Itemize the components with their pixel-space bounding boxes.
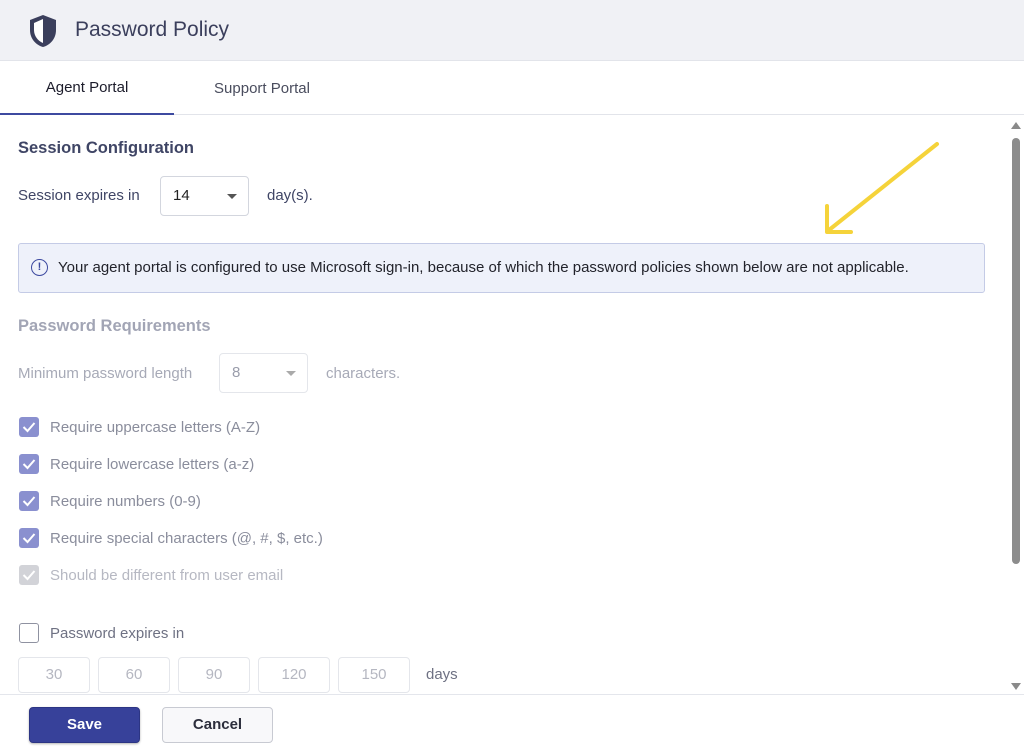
min-length-select[interactable]: 8: [219, 353, 308, 393]
expiry-option-90[interactable]: 90: [178, 657, 250, 693]
password-requirements-title: Password Requirements: [18, 317, 211, 335]
chevron-down-icon: [227, 194, 237, 199]
expiry-option-120[interactable]: 120: [258, 657, 330, 693]
password-expires-label: Password expires in: [50, 624, 185, 642]
checkbox-checked-icon: [19, 491, 39, 511]
min-length-label: Minimum password length: [18, 365, 193, 382]
check-special-label: Require special characters (@, #, $, etc…: [50, 529, 323, 547]
expiry-option-30[interactable]: 30: [18, 657, 90, 693]
banner-message: Your agent portal is configured to use M…: [58, 259, 909, 276]
cancel-button[interactable]: Cancel: [162, 707, 273, 743]
check-lowercase[interactable]: Require lowercase letters (a-z): [19, 453, 254, 475]
sso-info-banner: ! Your agent portal is configured to use…: [18, 243, 985, 293]
session-section-title: Session Configuration: [18, 139, 195, 157]
check-uppercase-label: Require uppercase letters (A-Z): [50, 418, 261, 436]
info-icon: !: [31, 259, 48, 276]
session-expiry-value: 14: [173, 187, 190, 204]
check-uppercase[interactable]: Require uppercase letters (A-Z): [19, 416, 260, 438]
shield-icon: [30, 15, 56, 47]
page-title: Password Policy: [75, 18, 230, 41]
chevron-down-icon: [286, 371, 296, 376]
checkbox-checked-icon: [19, 565, 39, 585]
scroll-thumb[interactable]: [1012, 138, 1020, 564]
expiry-option-150[interactable]: 150: [338, 657, 410, 693]
checkbox-checked-icon: [19, 454, 39, 474]
annotation-arrow-icon: [825, 142, 939, 234]
check-different-email-label: Should be different from user email: [50, 566, 284, 584]
portal-tabs: Agent Portal Support Portal: [0, 61, 1024, 115]
action-footer: Save Cancel: [0, 694, 1024, 751]
session-expiry-select[interactable]: 14: [160, 176, 249, 216]
min-length-unit: characters.: [326, 365, 401, 382]
session-expiry-unit: day(s).: [267, 187, 313, 204]
check-numbers-label: Require numbers (0-9): [50, 492, 201, 510]
save-button[interactable]: Save: [29, 707, 140, 743]
checkbox-checked-icon: [19, 528, 39, 548]
check-lowercase-label: Require lowercase letters (a-z): [50, 455, 255, 473]
check-special-characters[interactable]: Require special characters (@, #, $, etc…: [19, 527, 323, 549]
check-different-from-email[interactable]: Should be different from user email: [19, 564, 283, 586]
page-header: Password Policy: [0, 0, 1024, 61]
checkbox-checked-icon: [19, 417, 39, 437]
checkbox-unchecked-icon: [19, 623, 39, 643]
expiry-unit-label: days: [426, 666, 458, 683]
check-password-expires[interactable]: Password expires in: [19, 622, 184, 644]
content-scrollbar[interactable]: [1008, 116, 1024, 694]
min-length-value: 8: [232, 364, 241, 381]
tab-agent-portal[interactable]: Agent Portal: [0, 61, 174, 115]
expiry-option-60[interactable]: 60: [98, 657, 170, 693]
scroll-up-icon[interactable]: [1011, 122, 1021, 129]
check-numbers[interactable]: Require numbers (0-9): [19, 490, 201, 512]
scroll-down-icon[interactable]: [1011, 683, 1021, 690]
tab-support-portal[interactable]: Support Portal: [174, 61, 350, 115]
session-expires-label: Session expires in: [18, 187, 140, 204]
